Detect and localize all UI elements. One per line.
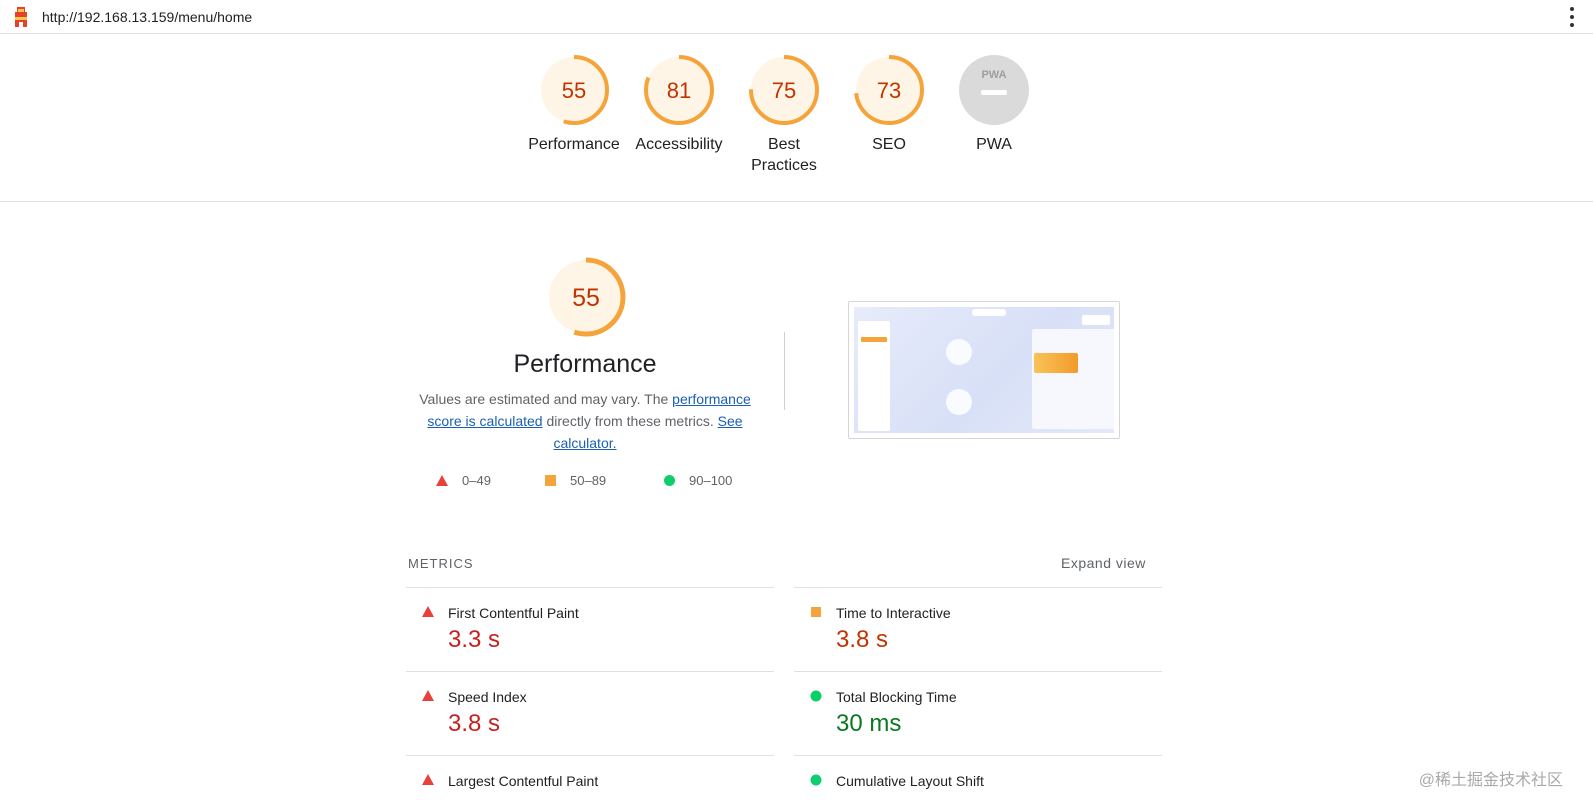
gauge-label: SEO [872,136,906,153]
fail-triangle-icon [436,475,448,486]
performance-title: Performance [513,350,657,378]
expand-view-toggle[interactable]: Expand view [1061,555,1146,571]
gauge-ring: 81 [644,55,714,125]
metric-time-to-interactive: Time to Interactive 3.8 s [794,587,1162,671]
address-bar: http://192.168.13.159/menu/home [0,0,1593,34]
legend-range: 90–100 [689,473,733,488]
fail-triangle-icon [422,690,434,701]
metric-name: Largest Contentful Paint [448,773,599,789]
watermark: @稀土掘金技术社区 [1418,772,1563,789]
gauge-ring: 55 [539,55,609,125]
pwa-icon: PWA [959,55,1029,125]
metric-value: 3.8 s [448,710,501,737]
category-gauges: 55 Performance 81 Accessibility 75 Best … [0,34,1593,202]
gauge-best-practices[interactable]: 75 Best Practices [729,54,839,176]
gauge-label: Accessibility [635,136,723,153]
gauge-ring: 75 [749,55,819,125]
gauge-score: 73 [877,78,901,103]
screenshot-image [854,307,1114,433]
fail-triangle-icon [422,606,434,617]
metric-first-contentful-paint: First Contentful Paint 3.3 s [406,587,774,671]
gauge-score: 55 [562,78,586,103]
url-text[interactable]: http://192.168.13.159/menu/home [42,9,252,25]
average-square-icon [811,607,821,617]
final-screenshot[interactable] [848,301,1120,439]
metric-name: First Contentful Paint [448,605,579,621]
thumb-panel [1032,329,1114,429]
description-text: Values are estimated and may vary. The [419,391,673,407]
pass-circle-icon [810,690,822,702]
performance-score: 55 [572,284,600,312]
gauge-accessibility[interactable]: 81 Accessibility [624,54,734,155]
metric-speed-index: Speed Index 3.8 s [406,671,774,755]
gauge-label: PWA [976,136,1012,153]
lighthouse-logo-icon [15,7,27,27]
metrics-heading: METRICS [408,556,474,571]
gauge-pwa[interactable]: PWA PWA [939,54,1049,155]
legend-range: 50–89 [570,473,607,488]
average-square-icon [545,475,556,486]
metric-value: 30 ms [836,710,902,737]
gauge-score: 75 [772,78,796,103]
section-divider [784,332,785,410]
metric-value: 3.8 s [836,626,889,653]
gauge-label: Best Practices [751,136,817,174]
fail-triangle-icon [422,774,434,785]
metric-value: 3.3 s [448,626,501,653]
legend-fail: 0–49 [436,473,491,488]
svg-text:PWA: PWA [981,69,1006,81]
thumb-sidebar [858,321,890,431]
performance-gauge: 55 [546,257,626,337]
gauge-label: Performance [528,136,620,153]
pass-circle-icon [664,475,675,486]
metric-name: Cumulative Layout Shift [836,773,984,789]
legend-pass: 90–100 [664,473,732,488]
metric-cumulative-layout-shift: Cumulative Layout Shift [794,755,1162,805]
more-menu-icon[interactable] [1569,6,1575,28]
metric-name: Speed Index [448,689,527,705]
gauge-performance[interactable]: 55 Performance [519,54,629,155]
metric-total-blocking-time: Total Blocking Time 30 ms [794,671,1162,755]
metric-name: Total Blocking Time [836,689,957,705]
gauge-score: 81 [667,78,691,103]
gauge-seo[interactable]: 73 SEO [834,54,944,155]
legend-average: 50–89 [545,473,606,488]
metric-name: Time to Interactive [836,605,951,621]
metric-largest-contentful-paint: Largest Contentful Paint [406,755,774,805]
performance-description: Values are estimated and may vary. The p… [412,388,758,454]
description-text: directly from these metrics. [542,413,718,429]
legend-range: 0–49 [462,473,491,488]
gauge-ring: 73 [854,55,924,125]
pass-circle-icon [810,774,822,786]
